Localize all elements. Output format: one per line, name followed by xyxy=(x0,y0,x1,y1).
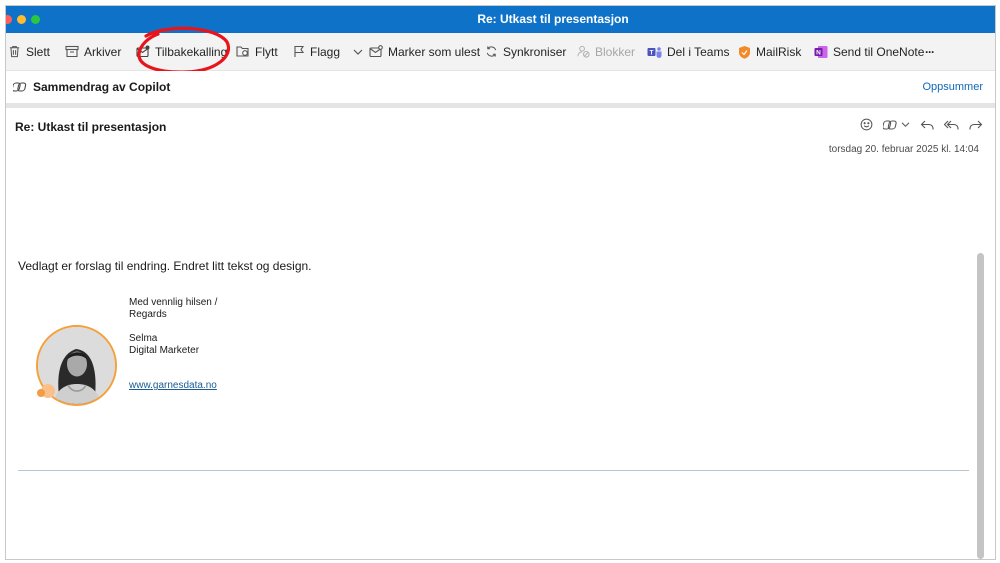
archive-label: Arkiver xyxy=(84,44,122,59)
window-title: Re: Utkast til presentasjon xyxy=(477,12,629,26)
copilot-menu[interactable] xyxy=(883,119,910,131)
title-bar: Re: Utkast til presentasjon xyxy=(6,6,995,33)
sync-icon xyxy=(486,46,497,57)
archive-button[interactable]: Arkiver xyxy=(65,33,121,70)
signature-dots xyxy=(37,384,55,398)
mark-unread-button[interactable]: Marker som ulest xyxy=(369,33,480,70)
move-button[interactable]: Flytt xyxy=(236,33,278,70)
envelope-unread-icon xyxy=(369,45,383,58)
sync-button[interactable]: Synkroniser xyxy=(485,33,566,70)
copilot-icon xyxy=(883,119,897,130)
forward-icon[interactable] xyxy=(969,119,983,131)
mark-unread-label: Marker som ulest xyxy=(388,44,481,59)
flag-button[interactable]: Flagg xyxy=(293,33,363,70)
signature-greeting-2: Regards xyxy=(129,309,167,320)
more-options-button[interactable]: ··· xyxy=(925,33,935,70)
chevron-down-icon xyxy=(901,122,910,127)
delete-label: Slett xyxy=(26,44,51,59)
move-label: Flytt xyxy=(255,44,278,59)
send-onenote-label: Send til OneNote xyxy=(833,44,925,59)
message-divider xyxy=(18,470,969,471)
sync-label: Synkroniser xyxy=(503,44,567,59)
signature-name: Selma xyxy=(129,333,158,344)
folder-move-icon xyxy=(236,46,249,57)
emoji-reaction-icon[interactable] xyxy=(860,118,873,131)
svg-text:T: T xyxy=(650,49,654,56)
mailrisk-icon xyxy=(739,45,750,59)
mailrisk-label: MailRisk xyxy=(756,44,802,59)
copilot-summary-label: Sammendrag av Copilot xyxy=(33,80,171,94)
message-date: torsdag 20. februar 2025 kl. 14:04 xyxy=(828,144,979,155)
divider xyxy=(6,103,995,108)
archive-icon xyxy=(65,45,79,58)
reply-all-icon[interactable] xyxy=(944,119,959,131)
reply-icon[interactable] xyxy=(920,119,934,131)
envelope-recall-icon xyxy=(136,45,150,58)
svg-text:N: N xyxy=(816,49,821,56)
summarize-link[interactable]: Oppsummer xyxy=(922,71,983,103)
recall-button[interactable]: Tilbakekalling xyxy=(136,33,227,70)
send-onenote-button[interactable]: N Send til OneNote xyxy=(814,33,924,70)
signature-website-link[interactable]: www.garnesdata.no xyxy=(129,380,217,391)
block-label: Blokker xyxy=(595,44,636,59)
share-teams-label: Del i Teams xyxy=(667,44,730,59)
message-body: Vedlagt er forslag til endring. Endret l… xyxy=(18,259,312,273)
copilot-icon xyxy=(13,82,27,92)
trash-icon xyxy=(9,46,20,58)
signature-role: Digital Marketer xyxy=(129,345,200,356)
mailrisk-button[interactable]: MailRisk xyxy=(738,33,801,70)
teams-icon: T xyxy=(647,46,662,58)
flag-icon xyxy=(294,45,305,57)
chevron-down-icon[interactable] xyxy=(353,48,363,56)
onenote-icon: N xyxy=(814,45,828,58)
message-subject: Re: Utkast til presentasjon xyxy=(15,120,167,134)
message-actions xyxy=(860,118,983,131)
share-teams-button[interactable]: T Del i Teams xyxy=(647,33,729,70)
vertical-scrollbar[interactable] xyxy=(977,253,984,559)
outlook-message-window: Re: Utkast til presentasjon Slett Arkive… xyxy=(5,5,996,560)
signature-greeting-1: Med vennlig hilsen / xyxy=(129,297,218,308)
copilot-summary-bar: Sammendrag av Copilot Oppsummer xyxy=(6,71,995,103)
delete-button[interactable]: Slett xyxy=(8,33,50,70)
flag-label: Flagg xyxy=(310,44,341,59)
recall-label: Tilbakekalling xyxy=(155,44,228,59)
block-button[interactable]: Blokker xyxy=(577,33,635,70)
message-toolbar: Slett Arkiver Tilbakekalling Flytt Flagg… xyxy=(6,33,995,71)
block-sender-icon xyxy=(577,45,590,58)
